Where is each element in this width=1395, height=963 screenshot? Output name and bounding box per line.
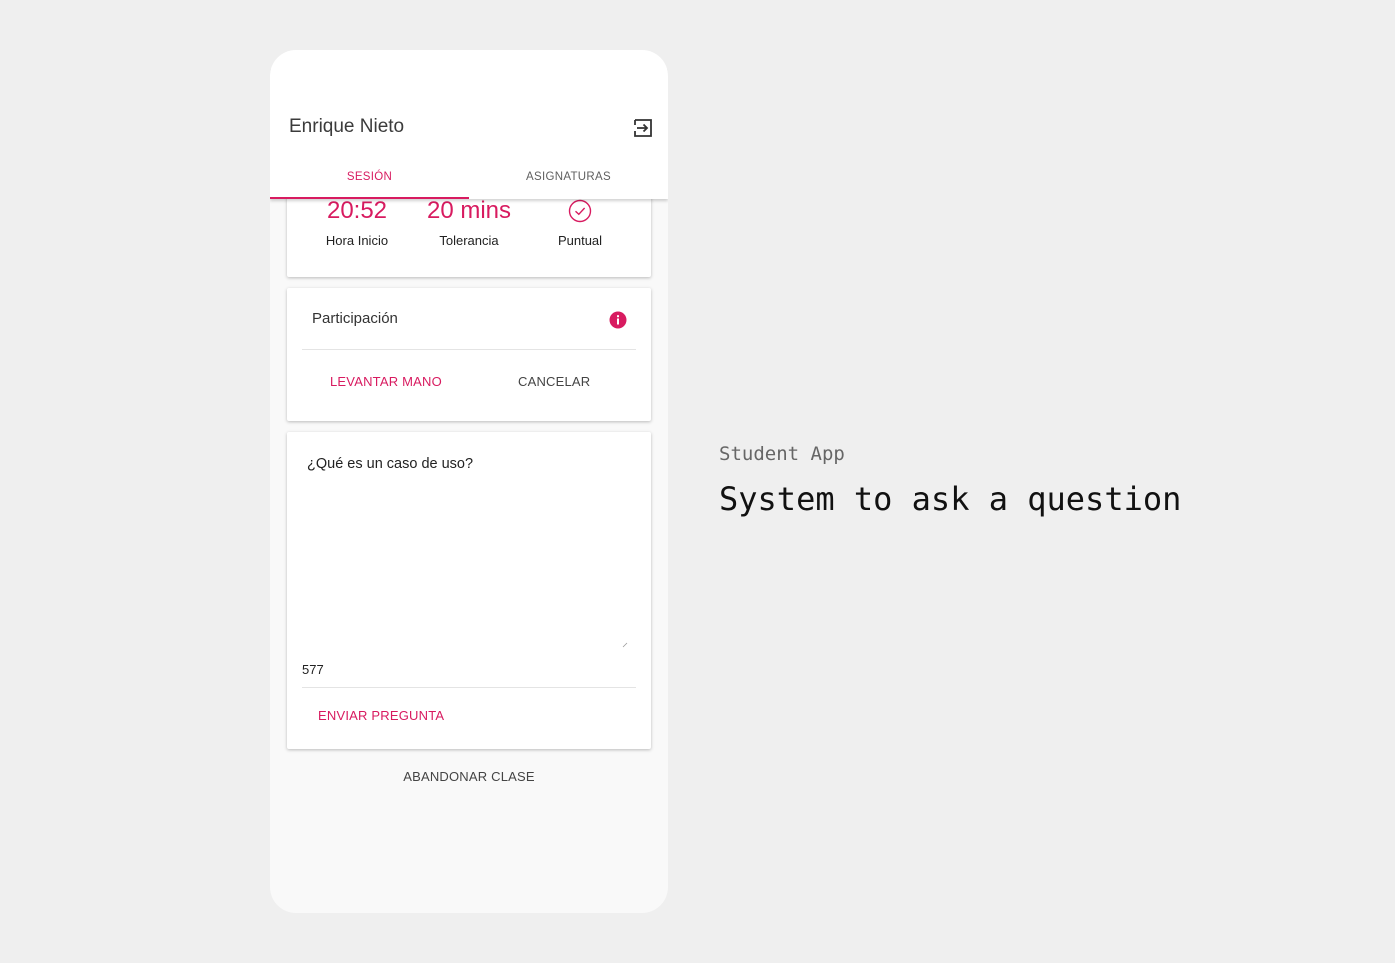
participation-title: Participación [312, 310, 398, 327]
char-counter: 577 [302, 662, 324, 677]
check-circle-icon [568, 199, 592, 223]
participation-card: Participación LEVANTAR MANO CANCELAR [287, 288, 651, 421]
raise-hand-button[interactable]: LEVANTAR MANO [330, 374, 442, 389]
app-title: Enrique Nieto [289, 116, 405, 137]
start-time-label: Hora Inicio [325, 233, 389, 248]
punctual-stat: Puntual [520, 195, 640, 248]
send-question-button[interactable]: ENVIAR PREGUNTA [318, 708, 444, 723]
resize-handle-icon[interactable] [622, 642, 628, 648]
phone-frame: Enrique Nieto SESIÓN ASIGNATURAS 20:52 H… [270, 50, 668, 913]
tolerance-label: Tolerancia [439, 233, 499, 248]
tab-bar: SESIÓN ASIGNATURAS [270, 160, 668, 199]
cancel-button[interactable]: CANCELAR [518, 374, 590, 389]
punctual-label: Puntual [557, 233, 603, 248]
start-time-value: 20:52 [326, 197, 388, 224]
question-divider [302, 687, 636, 688]
caption-title: System to ask a question [719, 480, 1182, 518]
participation-divider [302, 349, 636, 350]
app-bar: Enrique Nieto SESIÓN ASIGNATURAS [270, 50, 668, 199]
question-card: ¿Qué es un caso de uso? 577 ENVIAR PREGU… [287, 432, 651, 749]
question-textarea[interactable]: ¿Qué es un caso de uso? [307, 456, 629, 646]
tab-subjects[interactable]: ASIGNATURAS [469, 160, 668, 199]
info-icon[interactable] [609, 311, 627, 329]
start-time-stat: 20:52 Hora Inicio [297, 195, 417, 248]
leave-class-button[interactable]: ABANDONAR CLASE [270, 769, 668, 784]
logout-icon[interactable] [631, 116, 655, 140]
caption-subtitle: Student App [719, 443, 845, 465]
tolerance-value: 20 mins [426, 197, 512, 224]
tolerance-stat: 20 mins Tolerancia [409, 195, 529, 248]
tab-session[interactable]: SESIÓN [270, 160, 469, 199]
